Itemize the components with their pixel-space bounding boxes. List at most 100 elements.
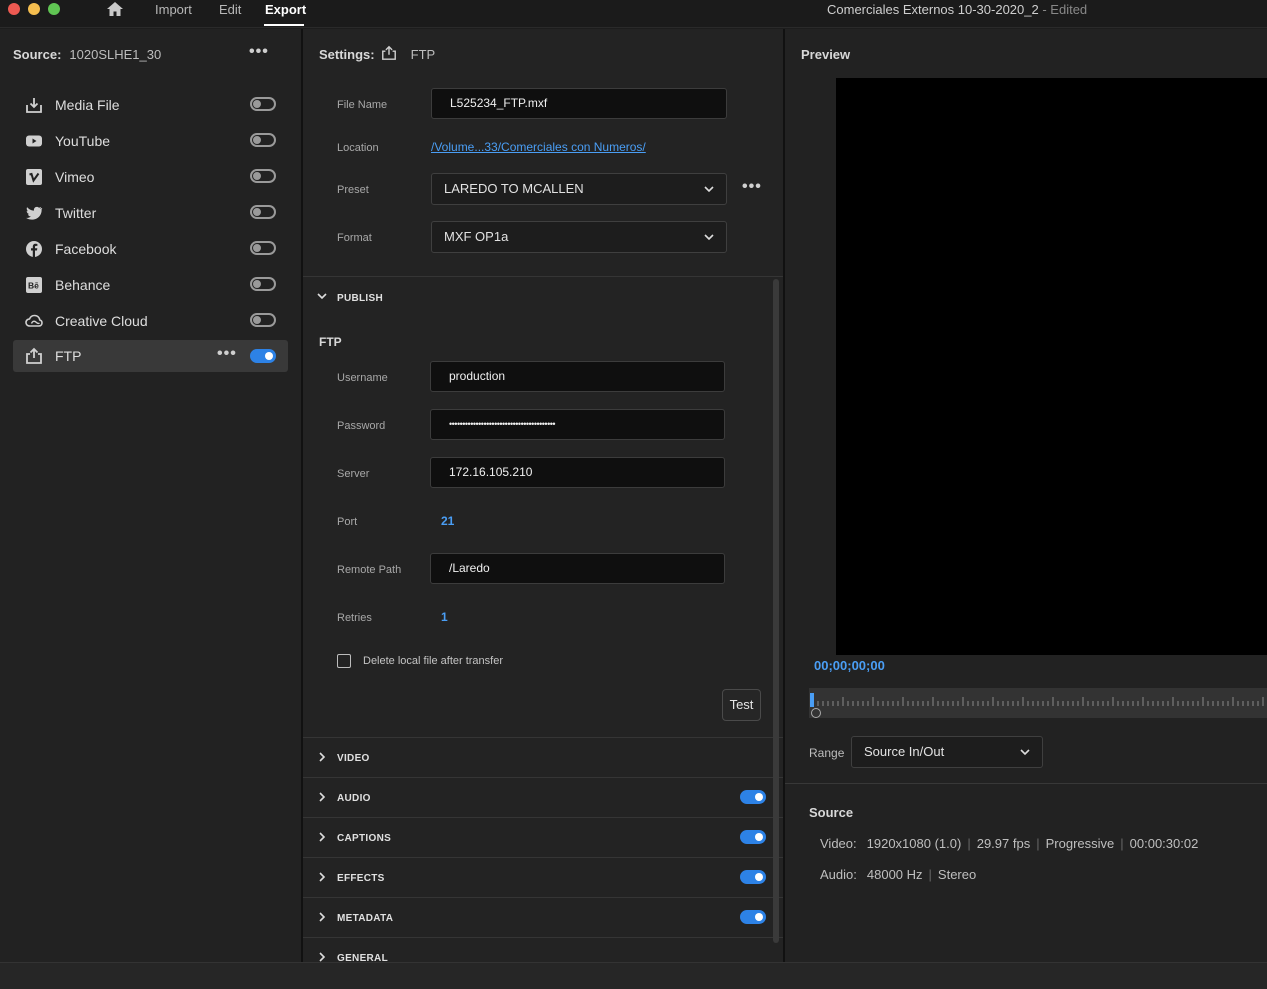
chevron-right-icon[interactable]	[317, 912, 327, 922]
destinations-panel: Source: 1020SLHE1_30 ••• Media File YouTu…	[0, 29, 301, 962]
behance-icon: Bē	[26, 277, 42, 293]
zoom-window-button[interactable]	[48, 3, 60, 15]
destination-media-file[interactable]: Media File	[13, 89, 288, 121]
preview-video	[836, 78, 1267, 655]
delete-local-checkbox[interactable]	[337, 654, 351, 668]
close-window-button[interactable]	[8, 3, 20, 15]
location-link[interactable]: /Volume...33/Comerciales con Numeros/	[431, 140, 646, 154]
settings-header: Settings: FTP	[319, 47, 435, 62]
playhead[interactable]	[810, 693, 814, 707]
retries-value[interactable]: 1	[441, 610, 448, 624]
port-value[interactable]: 21	[441, 514, 454, 528]
source-more-button[interactable]: •••	[249, 43, 269, 61]
creative-cloud-toggle[interactable]	[250, 313, 276, 327]
preset-value: LAREDO TO MCALLEN	[444, 181, 584, 196]
nav-import[interactable]: Import	[155, 2, 192, 17]
divider	[303, 897, 783, 898]
audio-section-header[interactable]: AUDIO	[337, 793, 371, 804]
remote-path-input[interactable]: /Laredo	[430, 553, 725, 584]
password-label: Password	[337, 420, 386, 432]
media-file-toggle[interactable]	[250, 97, 276, 111]
behance-toggle[interactable]	[250, 277, 276, 291]
source-label: Source:	[13, 47, 62, 62]
minimize-window-button[interactable]	[28, 3, 40, 15]
chevron-right-icon[interactable]	[317, 832, 327, 842]
audio-toggle[interactable]	[740, 790, 766, 804]
preset-dropdown[interactable]: LAREDO TO MCALLEN	[431, 173, 727, 205]
destination-label: Facebook	[55, 241, 117, 257]
ftp-more-button[interactable]: •••	[217, 345, 237, 363]
username-input[interactable]: production	[430, 361, 725, 392]
remote-path-label: Remote Path	[337, 564, 402, 576]
vimeo-toggle[interactable]	[250, 169, 276, 183]
file-name-label: File Name	[337, 99, 388, 111]
settings-scrollbar[interactable]	[773, 279, 779, 943]
title-bar: Import Edit Export Comerciales Externos …	[0, 0, 1267, 28]
share-icon	[382, 45, 396, 60]
in-point-marker[interactable]	[811, 708, 821, 718]
chevron-right-icon[interactable]	[317, 792, 327, 802]
video-fps: 29.97 fps	[976, 836, 1031, 851]
password-input[interactable]: ••••••••••••••••••••••••••••••••••••••••	[430, 409, 725, 440]
metadata-section-header[interactable]: METADATA	[337, 913, 393, 924]
facebook-toggle[interactable]	[250, 241, 276, 255]
destination-label: Twitter	[55, 205, 97, 221]
facebook-icon	[26, 241, 42, 257]
server-input[interactable]: 172.16.105.210	[430, 457, 725, 488]
chevron-down-icon	[1020, 749, 1030, 756]
svg-text:Bē: Bē	[28, 281, 39, 291]
chevron-down-icon[interactable]	[317, 291, 327, 301]
preset-more-button[interactable]: •••	[742, 178, 762, 196]
video-section-header[interactable]: VIDEO	[337, 753, 370, 764]
video-resolution: 1920x1080 (1.0)	[866, 836, 962, 851]
format-dropdown[interactable]: MXF OP1a	[431, 221, 727, 253]
chevron-right-icon[interactable]	[317, 752, 327, 762]
settings-label: Settings:	[319, 47, 375, 62]
port-label: Port	[337, 516, 358, 528]
publish-section-header[interactable]: PUBLISH	[337, 293, 383, 304]
destination-label: FTP	[55, 348, 82, 364]
server-label: Server	[337, 468, 370, 480]
twitter-icon	[26, 206, 43, 220]
range-dropdown[interactable]: Source In/Out	[851, 736, 1043, 768]
nav-export[interactable]: Export	[265, 2, 306, 17]
file-name-input[interactable]: L525234_FTP.mxf	[431, 88, 727, 119]
divider	[303, 937, 783, 938]
location-label: Location	[337, 142, 379, 154]
timeline-scrubber[interactable]	[809, 688, 1267, 718]
destination-facebook[interactable]: Facebook	[13, 233, 288, 265]
test-button[interactable]: Test	[722, 689, 761, 721]
settings-target: FTP	[410, 47, 436, 62]
captions-section-header[interactable]: CAPTIONS	[337, 833, 391, 844]
destination-creative-cloud[interactable]: Creative Cloud	[13, 305, 288, 337]
preset-label: Preset	[337, 184, 369, 196]
preview-title: Preview	[801, 47, 851, 62]
vimeo-icon	[26, 169, 42, 185]
nav-edit[interactable]: Edit	[219, 2, 241, 17]
effects-section-header[interactable]: EFFECTS	[337, 873, 385, 884]
status-bar	[0, 962, 1267, 989]
captions-toggle[interactable]	[740, 830, 766, 844]
destination-label: Behance	[55, 277, 111, 293]
destination-label: YouTube	[55, 133, 111, 149]
home-icon[interactable]	[106, 1, 124, 17]
timecode[interactable]: 00;00;00;00	[814, 658, 885, 673]
format-value: MXF OP1a	[444, 229, 509, 244]
audio-rate: 48000 Hz	[866, 867, 923, 882]
youtube-toggle[interactable]	[250, 133, 276, 147]
source-value: 1020SLHE1_30	[69, 47, 162, 62]
twitter-toggle[interactable]	[250, 205, 276, 219]
destination-behance[interactable]: Bē Behance	[13, 269, 288, 301]
document-title: Comerciales Externos 10-30-2020_2 - Edit…	[827, 2, 1088, 17]
metadata-toggle[interactable]	[740, 910, 766, 924]
destination-ftp[interactable]: FTP •••	[13, 340, 288, 372]
chevron-right-icon[interactable]	[317, 872, 327, 882]
destination-twitter[interactable]: Twitter	[13, 197, 288, 229]
destination-label: Vimeo	[55, 169, 95, 185]
chevron-right-icon[interactable]	[317, 952, 327, 962]
effects-toggle[interactable]	[740, 870, 766, 884]
divider	[303, 737, 783, 738]
destination-youtube[interactable]: YouTube	[13, 125, 288, 157]
ftp-toggle[interactable]	[250, 349, 276, 363]
destination-vimeo[interactable]: Vimeo	[13, 161, 288, 193]
